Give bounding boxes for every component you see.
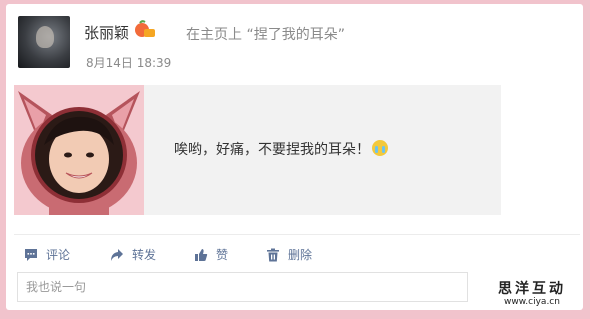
like-icon	[195, 248, 208, 261]
post-content: 唉哟，好痛，不要捏我的耳朵！	[14, 85, 501, 215]
username[interactable]: 张丽颖	[84, 22, 129, 43]
watermark-url: www.ciya.cn	[504, 297, 560, 307]
comment-button[interactable]: 评论	[24, 246, 70, 263]
comment-icon	[25, 248, 37, 261]
delete-label: 删除	[288, 248, 313, 262]
timestamp[interactable]: 8月14日 18:39	[86, 54, 171, 71]
share-button[interactable]: 转发	[110, 246, 156, 263]
share-label: 转发	[132, 248, 157, 262]
post-text-body: 唉哟，好痛，不要捏我的耳朵！	[174, 142, 370, 158]
post-card: 张丽颖 在主页上 “捏了我的耳朵” 8月14日 18:39 唉哟，好痛，不要捏我…	[6, 4, 583, 310]
vip-badge-icon	[135, 20, 155, 37]
post-text: 唉哟，好痛，不要捏我的耳朵！	[174, 139, 388, 159]
divider	[14, 234, 580, 235]
like-button[interactable]: 赞	[194, 246, 228, 263]
comment-input[interactable]	[17, 272, 468, 302]
watermark: 思洋互动 www.ciya.cn	[498, 281, 566, 307]
delete-button[interactable]: 删除	[266, 246, 312, 263]
post-action-text: 在主页上 “捏了我的耳朵”	[186, 27, 345, 43]
watermark-title: 思洋互动	[498, 281, 566, 297]
comment-label: 评论	[46, 248, 71, 262]
delete-icon	[267, 248, 279, 261]
post-image[interactable]	[14, 85, 144, 215]
avatar[interactable]	[18, 16, 70, 68]
share-icon	[111, 248, 123, 261]
like-label: 赞	[216, 248, 229, 262]
cry-emoji-icon	[372, 140, 388, 156]
